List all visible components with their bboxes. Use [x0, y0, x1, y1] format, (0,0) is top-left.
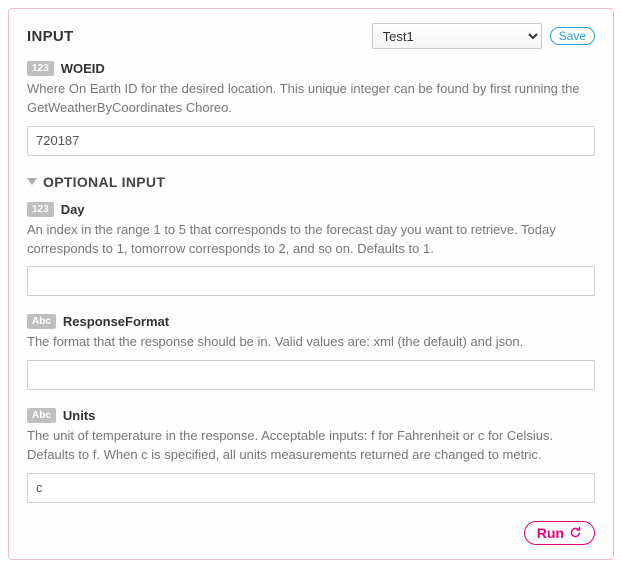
day-input[interactable]	[27, 266, 595, 296]
field-name: Units	[63, 408, 96, 423]
input-panel: INPUT Test1 Save 123 WOEID Where On Eart…	[8, 8, 614, 560]
field-day: 123 Day An index in the range 1 to 5 tha…	[27, 202, 595, 297]
optional-input-toggle[interactable]: OPTIONAL INPUT	[27, 174, 595, 190]
field-woeid: 123 WOEID Where On Earth ID for the desi…	[27, 61, 595, 156]
panel-header: INPUT Test1 Save	[27, 23, 595, 49]
type-badge-integer-icon: 123	[27, 202, 54, 217]
field-description: The format that the response should be i…	[27, 333, 595, 352]
optional-title: OPTIONAL INPUT	[43, 174, 165, 190]
profile-select[interactable]: Test1	[372, 23, 542, 49]
run-button[interactable]: Run	[524, 521, 595, 545]
field-responseformat: Abc ResponseFormat The format that the r…	[27, 314, 595, 390]
field-description: An index in the range 1 to 5 that corres…	[27, 221, 595, 259]
field-label-row: 123 WOEID	[27, 61, 595, 76]
woeid-input[interactable]	[27, 126, 595, 156]
panel-footer: Run	[27, 521, 595, 545]
field-label-row: Abc ResponseFormat	[27, 314, 595, 329]
field-label-row: 123 Day	[27, 202, 595, 217]
responseformat-input[interactable]	[27, 360, 595, 390]
panel-title: INPUT	[27, 28, 74, 45]
field-name: Day	[61, 202, 85, 217]
field-units: Abc Units The unit of temperature in the…	[27, 408, 595, 503]
run-label: Run	[537, 525, 564, 541]
field-label-row: Abc Units	[27, 408, 595, 423]
field-name: ResponseFormat	[63, 314, 169, 329]
type-badge-string-icon: Abc	[27, 314, 56, 329]
chevron-down-icon	[27, 178, 37, 185]
refresh-icon	[569, 526, 582, 539]
field-name: WOEID	[61, 61, 105, 76]
units-input[interactable]	[27, 473, 595, 503]
type-badge-string-icon: Abc	[27, 408, 56, 423]
field-description: The unit of temperature in the response.…	[27, 427, 595, 465]
field-description: Where On Earth ID for the desired locati…	[27, 80, 595, 118]
header-controls: Test1 Save	[372, 23, 595, 49]
type-badge-integer-icon: 123	[27, 61, 54, 76]
save-button[interactable]: Save	[550, 27, 595, 45]
